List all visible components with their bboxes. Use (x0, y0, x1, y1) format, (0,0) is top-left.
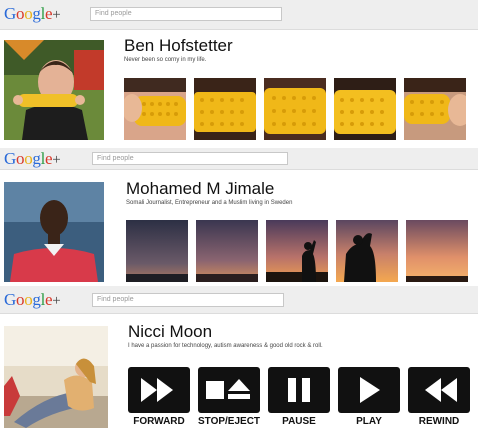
avatar[interactable] (4, 40, 104, 140)
photo-thumbnail[interactable] (406, 220, 468, 282)
photo-thumbnail[interactable] (124, 78, 186, 140)
stop-eject-icon (206, 379, 250, 399)
photo-thumbnail[interactable] (266, 220, 328, 282)
pause-label: PAUSE (282, 416, 316, 427)
header-bar: Google+ Find people (0, 0, 478, 30)
google-plus-logo[interactable]: Google+ (4, 4, 61, 24)
photo-thumbnail[interactable] (264, 78, 326, 140)
forward-label: FORWARD (133, 416, 185, 427)
photo-thumbnail[interactable] (194, 78, 256, 140)
fast-forward-icon (141, 378, 173, 402)
avatar[interactable] (4, 326, 108, 428)
stop-eject-button[interactable] (198, 367, 260, 413)
profile-card-ben: Google+ Find people Ben Hofstetter Never… (0, 0, 478, 148)
photo-thumbnail[interactable] (404, 78, 466, 140)
profile-card-mohamed: Google+ Find people Mohamed M Jimale Som… (0, 148, 478, 286)
profile-name[interactable]: Mohamed M Jimale (126, 179, 274, 199)
photo-thumbnail[interactable] (126, 220, 188, 282)
rewind-icon (425, 378, 457, 402)
play-button[interactable] (338, 367, 400, 413)
pause-button[interactable] (268, 367, 330, 413)
stop-eject-label: STOP/EJECT (197, 416, 261, 427)
forward-button[interactable] (128, 367, 190, 413)
rewind-label: REWIND (418, 416, 460, 427)
header-bar: Google+ Find people (0, 148, 478, 170)
pause-icon (288, 378, 310, 402)
profile-name[interactable]: Ben Hofstetter (124, 36, 233, 56)
photo-thumbnail[interactable] (196, 220, 258, 282)
profile-tagline: Somali Journalist, Entrepreneur and a Mu… (126, 200, 293, 206)
google-plus-logo[interactable]: Google+ (4, 149, 61, 169)
play-label: PLAY (356, 416, 382, 427)
rewind-button[interactable] (408, 367, 470, 413)
search-input[interactable]: Find people (90, 7, 282, 21)
header-bar: Google+ Find people (0, 286, 478, 314)
profile-name[interactable]: Nicci Moon (128, 322, 212, 342)
profile-card-nicci: Google+ Find people Nicci Moon I have a … (0, 286, 478, 431)
play-icon (360, 377, 380, 403)
profile-tagline: Never been so corny in my life. (124, 57, 207, 63)
google-plus-logo[interactable]: Google+ (4, 290, 61, 310)
photo-thumbnail[interactable] (336, 220, 398, 282)
photo-thumbnail[interactable] (334, 78, 396, 140)
search-input[interactable]: Find people (92, 293, 284, 307)
search-input[interactable]: Find people (92, 152, 288, 165)
avatar[interactable] (4, 182, 104, 282)
profile-tagline: I have a passion for technology, autism … (128, 343, 323, 349)
